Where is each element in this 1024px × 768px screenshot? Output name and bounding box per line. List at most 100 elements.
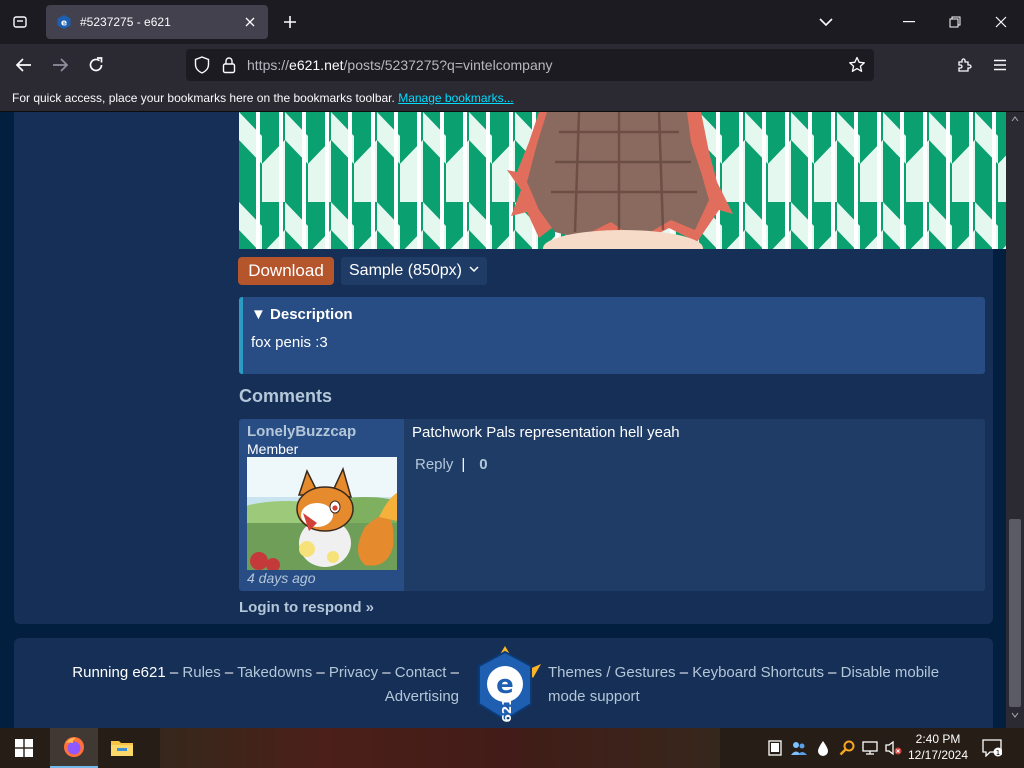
tray-network-icon[interactable] — [862, 739, 880, 757]
back-button[interactable] — [10, 52, 38, 78]
download-button[interactable]: Download — [238, 257, 334, 285]
e621-favicon-icon: e — [57, 15, 71, 29]
comment-author-link[interactable]: LonelyBuzzcap — [247, 423, 356, 440]
footer-dash: – — [828, 664, 837, 681]
sample-size-value: Sample (850px) — [349, 262, 462, 279]
comment-actions-separator: | — [461, 456, 466, 473]
svg-text:621: 621 — [500, 697, 514, 722]
post-image[interactable] — [239, 112, 1006, 249]
scroll-up-icon[interactable] — [1011, 116, 1019, 122]
page-scrollbar[interactable] — [1006, 112, 1024, 728]
new-tab-button[interactable] — [278, 10, 302, 34]
tray-people-icon[interactable] — [790, 739, 808, 757]
footer-right-links: Themes / Gestures – Keyboard Shortcuts –… — [548, 661, 978, 709]
footer-link-takedowns[interactable]: Takedowns — [237, 664, 312, 681]
tab-overflow-button[interactable] — [814, 10, 838, 34]
reply-link[interactable]: Reply — [415, 456, 453, 473]
address-bar[interactable]: https://e621.net/posts/5237275?q=vintelc… — [186, 49, 874, 81]
tray-volume-muted-icon[interactable] — [884, 739, 902, 757]
windows-taskbar: 2:40 PM 12/17/2024 1 — [0, 728, 1024, 768]
footer-dash: – — [316, 664, 325, 681]
tab-close-icon[interactable] — [242, 14, 258, 30]
login-to-respond-link[interactable]: Login to respond » — [239, 599, 374, 616]
list-all-tabs-button[interactable] — [8, 10, 32, 34]
restore-button[interactable] — [932, 0, 978, 44]
chevron-down-icon — [819, 18, 833, 27]
avatar-image — [247, 457, 397, 570]
close-icon — [995, 16, 1007, 28]
firefox-icon — [64, 737, 84, 757]
bookmark-star-icon[interactable] — [848, 56, 866, 74]
description-toggle[interactable]: ▼ Description — [251, 306, 353, 323]
footer-dash: – — [450, 664, 459, 681]
extensions-button[interactable] — [950, 52, 978, 78]
svg-text:e: e — [61, 19, 67, 29]
description-text: fox penis :3 — [251, 334, 328, 351]
comment-date: 4 days ago — [247, 570, 316, 586]
comment-actions: Reply | 0 — [415, 456, 488, 473]
taskbar-clock[interactable]: 2:40 PM 12/17/2024 — [902, 731, 974, 763]
forward-button[interactable] — [46, 52, 74, 78]
tabs-list-icon — [13, 16, 27, 28]
footer-dash: – — [382, 664, 391, 681]
taskbar-firefox[interactable] — [50, 728, 98, 768]
bookmarks-toolbar: For quick access, place your bookmarks h… — [0, 86, 1024, 112]
comment-author-level: Member — [247, 441, 299, 457]
notification-icon: 1 — [982, 739, 1002, 757]
description-section: ▼ Description fox penis :3 — [239, 297, 985, 374]
windows-logo-icon — [15, 739, 33, 757]
start-button[interactable] — [0, 728, 48, 768]
clock-date: 12/17/2024 — [907, 748, 969, 762]
footer-link-advertising[interactable]: Advertising — [385, 688, 459, 705]
comment: LonelyBuzzcap Member 4 days ago Patchwor… — [239, 419, 985, 591]
svg-text:e: e — [496, 670, 514, 700]
avatar[interactable] — [247, 457, 397, 570]
footer-link-themes[interactable]: Themes / Gestures — [548, 664, 676, 681]
site-footer: Running e621 – Rules – Takedowns – Priva… — [14, 638, 993, 728]
tray-tablet-icon[interactable] — [766, 739, 784, 757]
bookmarks-hint: For quick access, place your bookmarks h… — [12, 91, 395, 105]
clock-time: 2:40 PM — [915, 732, 961, 746]
reload-button[interactable] — [82, 52, 110, 78]
sample-size-select[interactable]: Sample (850px) — [341, 257, 487, 285]
minimize-button[interactable] — [886, 0, 932, 44]
comment-score[interactable]: 0 — [479, 456, 487, 473]
footer-link-keyboard-shortcuts[interactable]: Keyboard Shortcuts — [692, 664, 824, 681]
taskbar-file-explorer[interactable] — [98, 728, 146, 768]
manage-bookmarks-link[interactable]: Manage bookmarks... — [398, 91, 513, 105]
footer-link-privacy[interactable]: Privacy — [329, 664, 378, 681]
close-window-button[interactable] — [978, 0, 1024, 44]
footer-link-contact[interactable]: Contact — [395, 664, 447, 681]
comment-author-column: LonelyBuzzcap Member 4 days ago — [239, 419, 404, 591]
arrow-right-icon — [53, 58, 68, 72]
e621-logo[interactable]: e 621 — [467, 644, 543, 728]
scroll-down-icon[interactable] — [1011, 712, 1019, 718]
tray-search-icon[interactable] — [838, 739, 856, 757]
tab-title: #5237275 - e621 — [80, 15, 171, 29]
comment-body: Patchwork Pals representation hell yeah — [412, 424, 680, 441]
restore-icon — [949, 16, 961, 28]
tab-bar: e #5237275 - e621 — [0, 0, 1024, 44]
footer-left-links: Running e621 – Rules – Takedowns – Priva… — [29, 661, 459, 709]
tray-drop-icon[interactable] — [814, 739, 832, 757]
plus-icon — [284, 16, 296, 28]
minimize-icon — [903, 21, 915, 23]
action-center-button[interactable]: 1 — [980, 736, 1004, 760]
lock-icon[interactable] — [222, 56, 236, 74]
taskbar-background — [160, 728, 720, 768]
folder-icon — [111, 741, 133, 756]
comments-heading: Comments — [239, 386, 333, 406]
footer-dash: – — [679, 664, 689, 681]
arrow-left-icon — [16, 58, 31, 72]
scrollbar-thumb[interactable] — [1009, 519, 1021, 707]
puzzle-icon — [958, 58, 972, 72]
footer-dash: – — [224, 664, 234, 681]
footer-link-rules[interactable]: Rules — [182, 664, 220, 681]
chevron-down-icon — [469, 266, 479, 273]
reload-icon — [89, 57, 103, 72]
shield-icon[interactable] — [194, 56, 210, 74]
e621-logo-icon: e 621 — [478, 646, 541, 723]
tab-e621-post[interactable]: e #5237275 - e621 — [46, 5, 268, 39]
page-content: Download Sample (850px) ▼ Description fo… — [0, 112, 1006, 728]
app-menu-button[interactable] — [986, 52, 1014, 78]
